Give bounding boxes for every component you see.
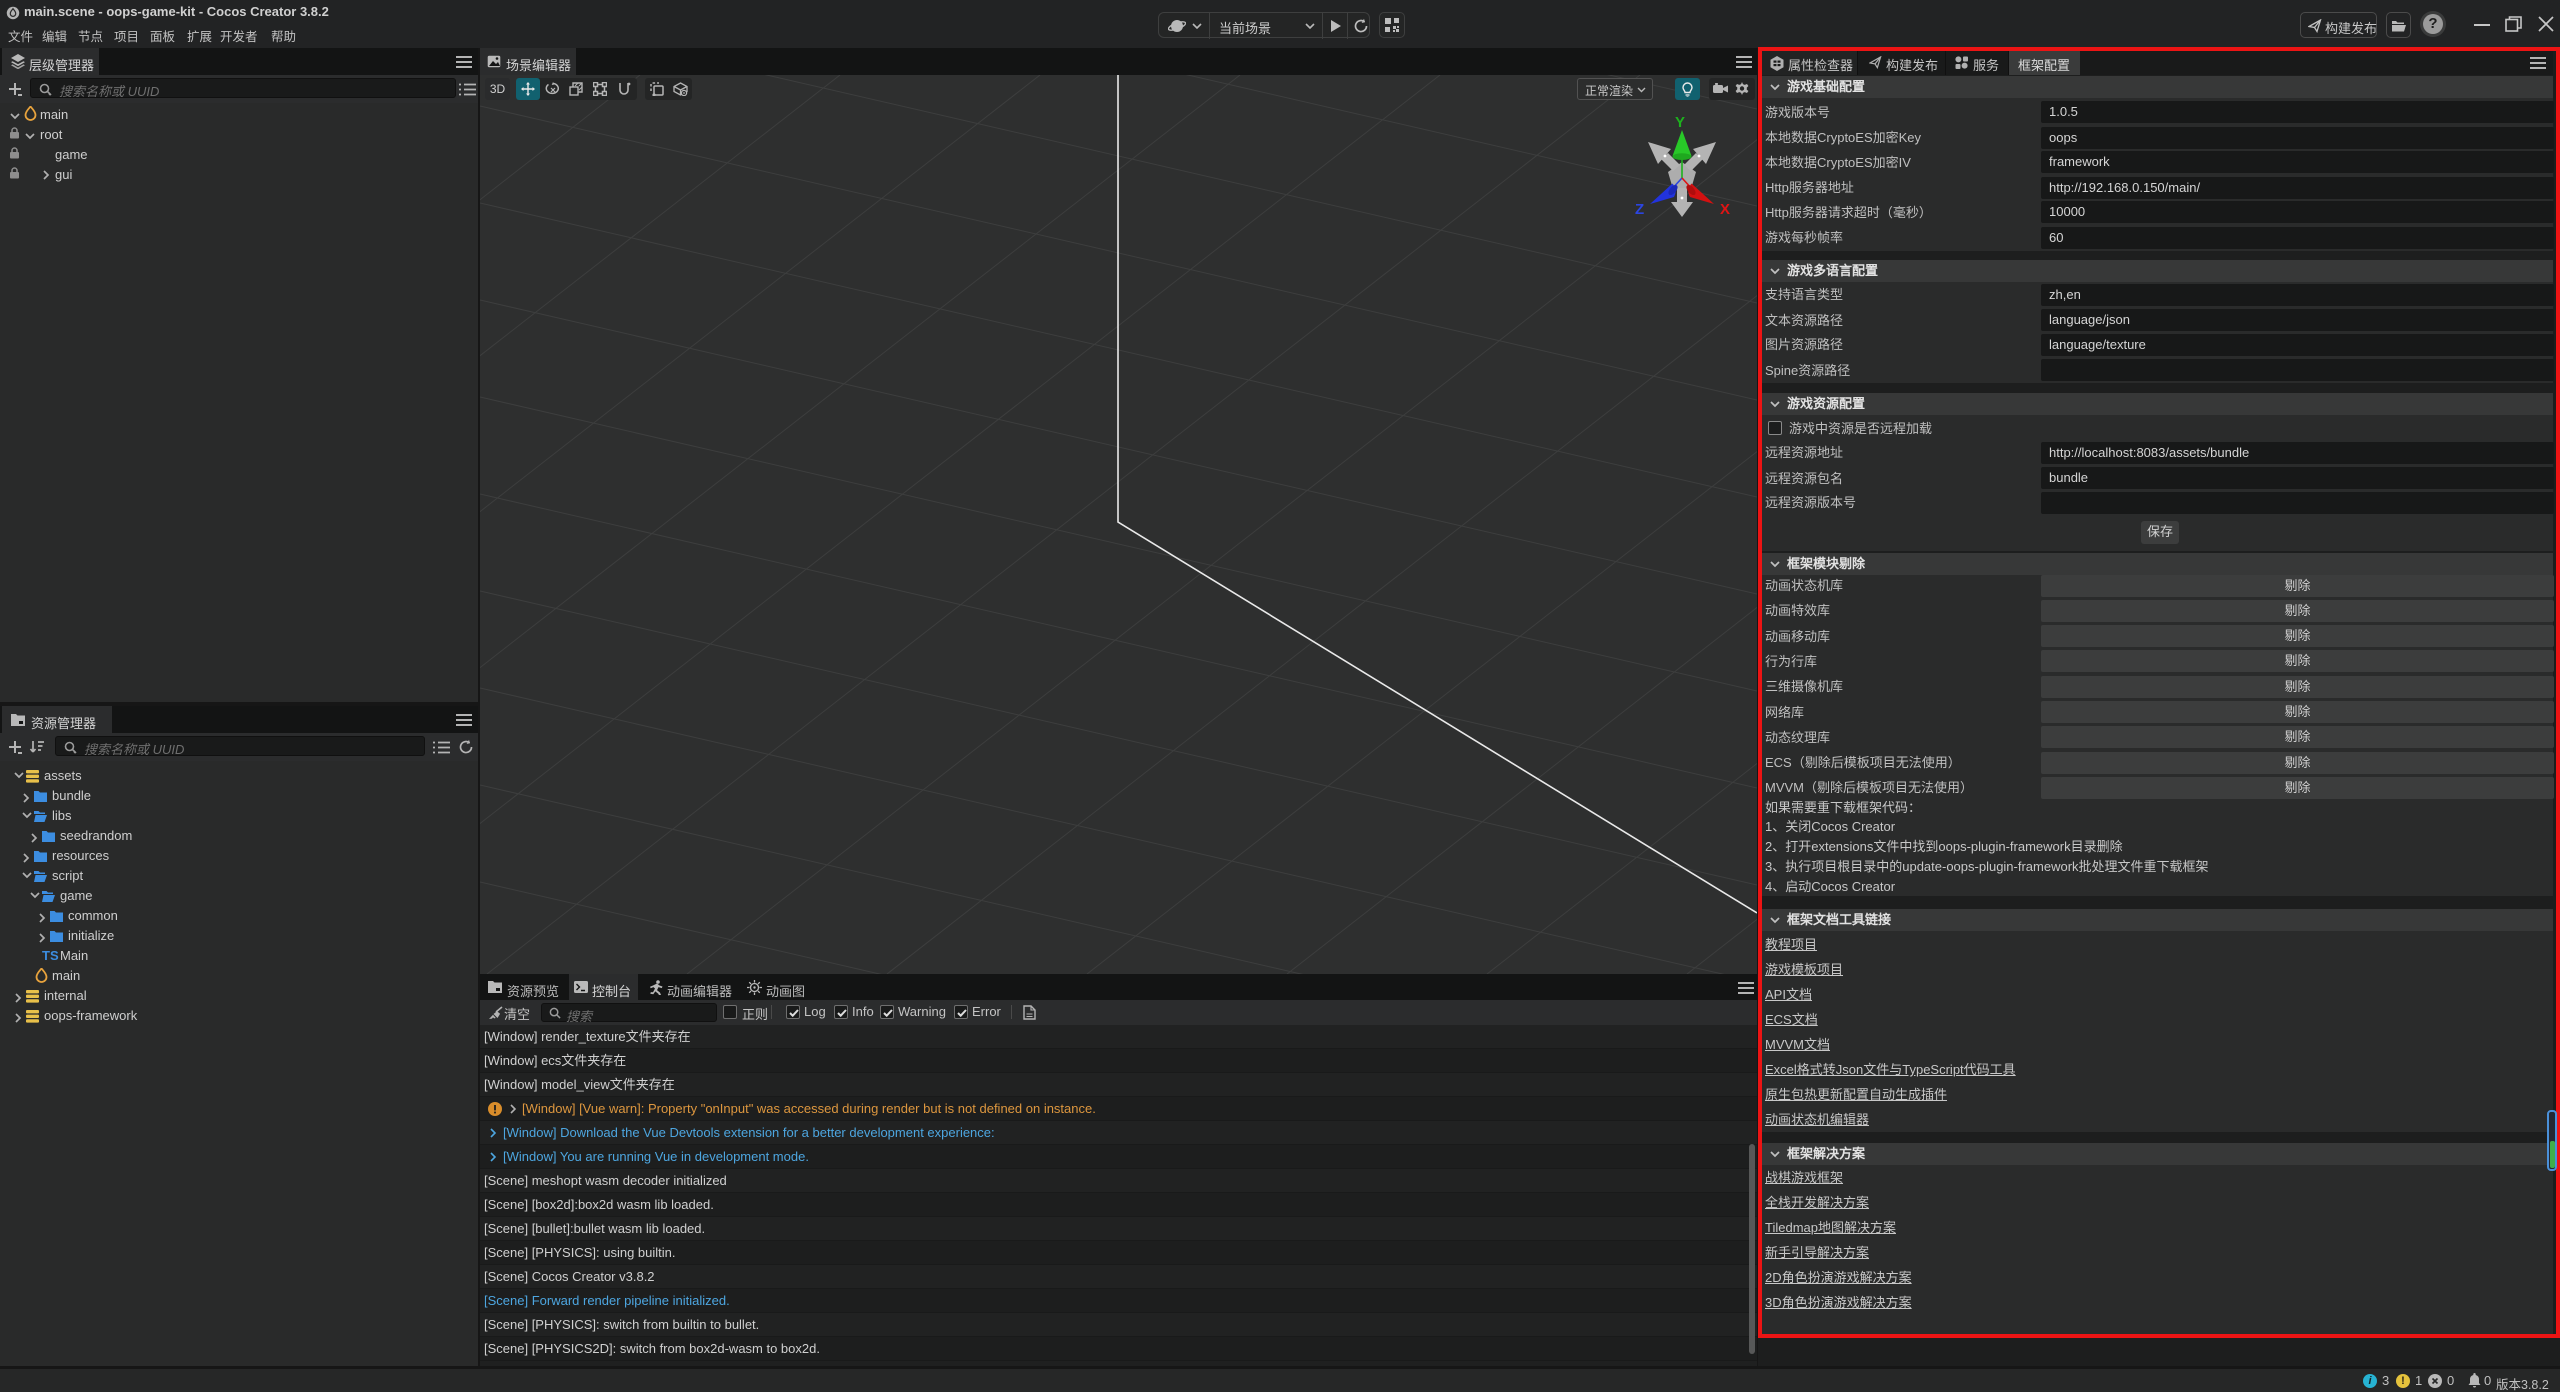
svg-text:X: X	[1720, 201, 1730, 218]
svg-text:Z: Z	[1635, 201, 1644, 218]
svg-text:Y: Y	[1675, 114, 1685, 131]
